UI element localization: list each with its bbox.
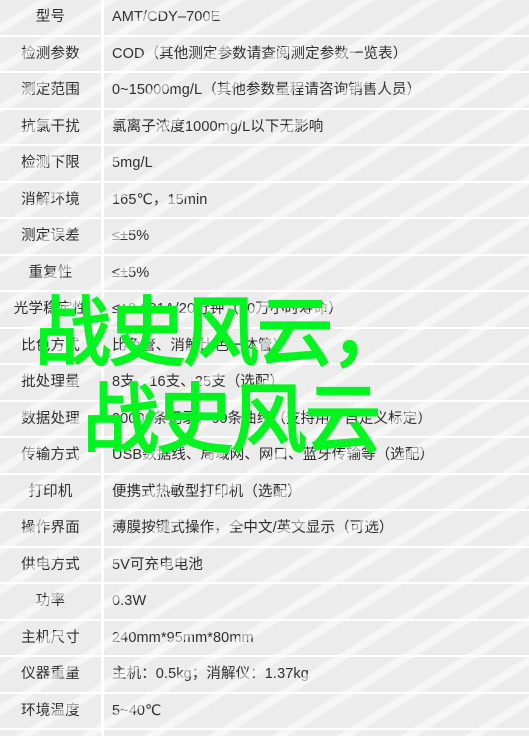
spec-row-label: 型号 <box>0 0 104 37</box>
spec-row-label: 测定范围 <box>0 73 104 110</box>
spec-row: 测定范围 0~15000mg/L（其他参数量程请咨询销售人员） <box>0 73 529 110</box>
spec-row: 功率 0.3W <box>0 584 529 621</box>
spec-row-label: 传输方式 <box>0 438 104 475</box>
spec-row: 供电方式 5V可充电电池 <box>0 547 529 584</box>
spec-row-value: 5~40℃ <box>104 693 529 730</box>
spec-row-label: 比色方式 <box>0 328 104 365</box>
spec-row-value: 20000条记录、60条曲线（支持用户自定义标定） <box>104 401 529 438</box>
spec-row: 环境湿度≤85%无冷凝 <box>0 730 529 736</box>
spec-row-value: ≤±5% <box>104 219 529 256</box>
spec-row-value: ≤±0.001A/20分钟（10万小时寿命） <box>104 292 529 329</box>
spec-row-label: 主机尺寸 <box>0 620 104 657</box>
spec-row-label: 检测参数 <box>0 36 104 73</box>
spec-row-label: 检测下限 <box>0 146 104 183</box>
spec-row: 主机尺寸 240mm*95mm*80mm <box>0 620 529 657</box>
spec-row-value: 薄膜按键式操作，全中文/英文显示（可选） <box>104 511 529 548</box>
spec-row: 操作界面 薄膜按键式操作，全中文/英文显示（可选） <box>0 511 529 548</box>
spec-row-value: 比色管、消解比色一体管） <box>104 328 529 365</box>
spec-row-value: ≤85%无冷凝 <box>104 730 529 736</box>
spec-row: 传输方式 USB数据线、局域网、网口、蓝牙传输等（选配） <box>0 438 529 475</box>
spec-row-label: 打印机 <box>0 474 104 511</box>
spec-row: 仪器重量 主机：0.5kg；消解仪：1.37kg <box>0 657 529 694</box>
spec-row: 重复性 ≤±5% <box>0 255 529 292</box>
specification-table-body: 型号 AMT/CDY–700E 检测参数 COD（其他测定参数请查阅测定参数一览表）测… <box>0 0 529 736</box>
spec-row-label: 抗氯干扰 <box>0 109 104 146</box>
spec-row-label: 操作界面 <box>0 511 104 548</box>
spec-row-label: 供电方式 <box>0 547 104 584</box>
spec-sheet-page: 型号 AMT/CDY–700E 检测参数 COD（其他测定参数请查阅测定参数一览表）测… <box>0 0 529 736</box>
spec-row-value: AMT/CDY–700E <box>104 0 529 37</box>
spec-row-value: 8支、16支、25支（选配） <box>104 365 529 402</box>
spec-row-value: 主机：0.5kg；消解仪：1.37kg <box>104 657 529 694</box>
spec-row: 检测下限 5mg/L <box>0 146 529 183</box>
spec-row: 光学稳定性 ≤±0.001A/20分钟（10万小时寿命） <box>0 292 529 329</box>
spec-row-value: COD（其他测定参数请查阅测定参数一览表） <box>104 36 529 73</box>
spec-row-label: 仪器重量 <box>0 657 104 694</box>
spec-row-value: 0~15000mg/L（其他参数量程请咨询销售人员） <box>104 73 529 110</box>
specification-table: 型号 AMT/CDY–700E 检测参数 COD（其他测定参数请查阅测定参数一览表）测… <box>0 0 529 736</box>
spec-row-value: 240mm*95mm*80mm <box>104 620 529 657</box>
spec-row: 环境温度 5~40℃ <box>0 693 529 730</box>
spec-row-value: 5mg/L <box>104 146 529 183</box>
spec-row-label: 功率 <box>0 584 104 621</box>
spec-row: 批处理量 8支、16支、25支（选配） <box>0 365 529 402</box>
spec-row: 测定误差 ≤±5% <box>0 219 529 256</box>
spec-row-label: 重复性 <box>0 255 104 292</box>
spec-row-value: 5V可充电电池 <box>104 547 529 584</box>
spec-row: 抗氯干扰 氯离子浓度1000mg/L以下无影响 <box>0 109 529 146</box>
spec-row-value: 165℃，15min <box>104 182 529 219</box>
spec-row: 数据处理 20000条记录、60条曲线（支持用户自定义标定） <box>0 401 529 438</box>
spec-row-label: 环境温度 <box>0 693 104 730</box>
spec-row-label: 数据处理 <box>0 401 104 438</box>
spec-row-label: 测定误差 <box>0 219 104 256</box>
spec-row-label: 环境湿度 <box>0 730 104 736</box>
spec-row: 型号 AMT/CDY–700E <box>0 0 529 37</box>
spec-row-value: USB数据线、局域网、网口、蓝牙传输等（选配） <box>104 438 529 475</box>
spec-row-label: 光学稳定性 <box>0 292 104 329</box>
spec-row-value: 氯离子浓度1000mg/L以下无影响 <box>104 109 529 146</box>
spec-row: 比色方式 比色管、消解比色一体管） <box>0 328 529 365</box>
spec-row-value: ≤±5% <box>104 255 529 292</box>
spec-row-value: 便携式热敏型打印机（选配） <box>104 474 529 511</box>
spec-row: 消解环境 165℃，15min <box>0 182 529 219</box>
spec-row-value: 0.3W <box>104 584 529 621</box>
spec-row: 检测参数 COD（其他测定参数请查阅测定参数一览表） <box>0 36 529 73</box>
spec-row-label: 消解环境 <box>0 182 104 219</box>
spec-row: 打印机 便携式热敏型打印机（选配） <box>0 474 529 511</box>
spec-row-label: 批处理量 <box>0 365 104 402</box>
